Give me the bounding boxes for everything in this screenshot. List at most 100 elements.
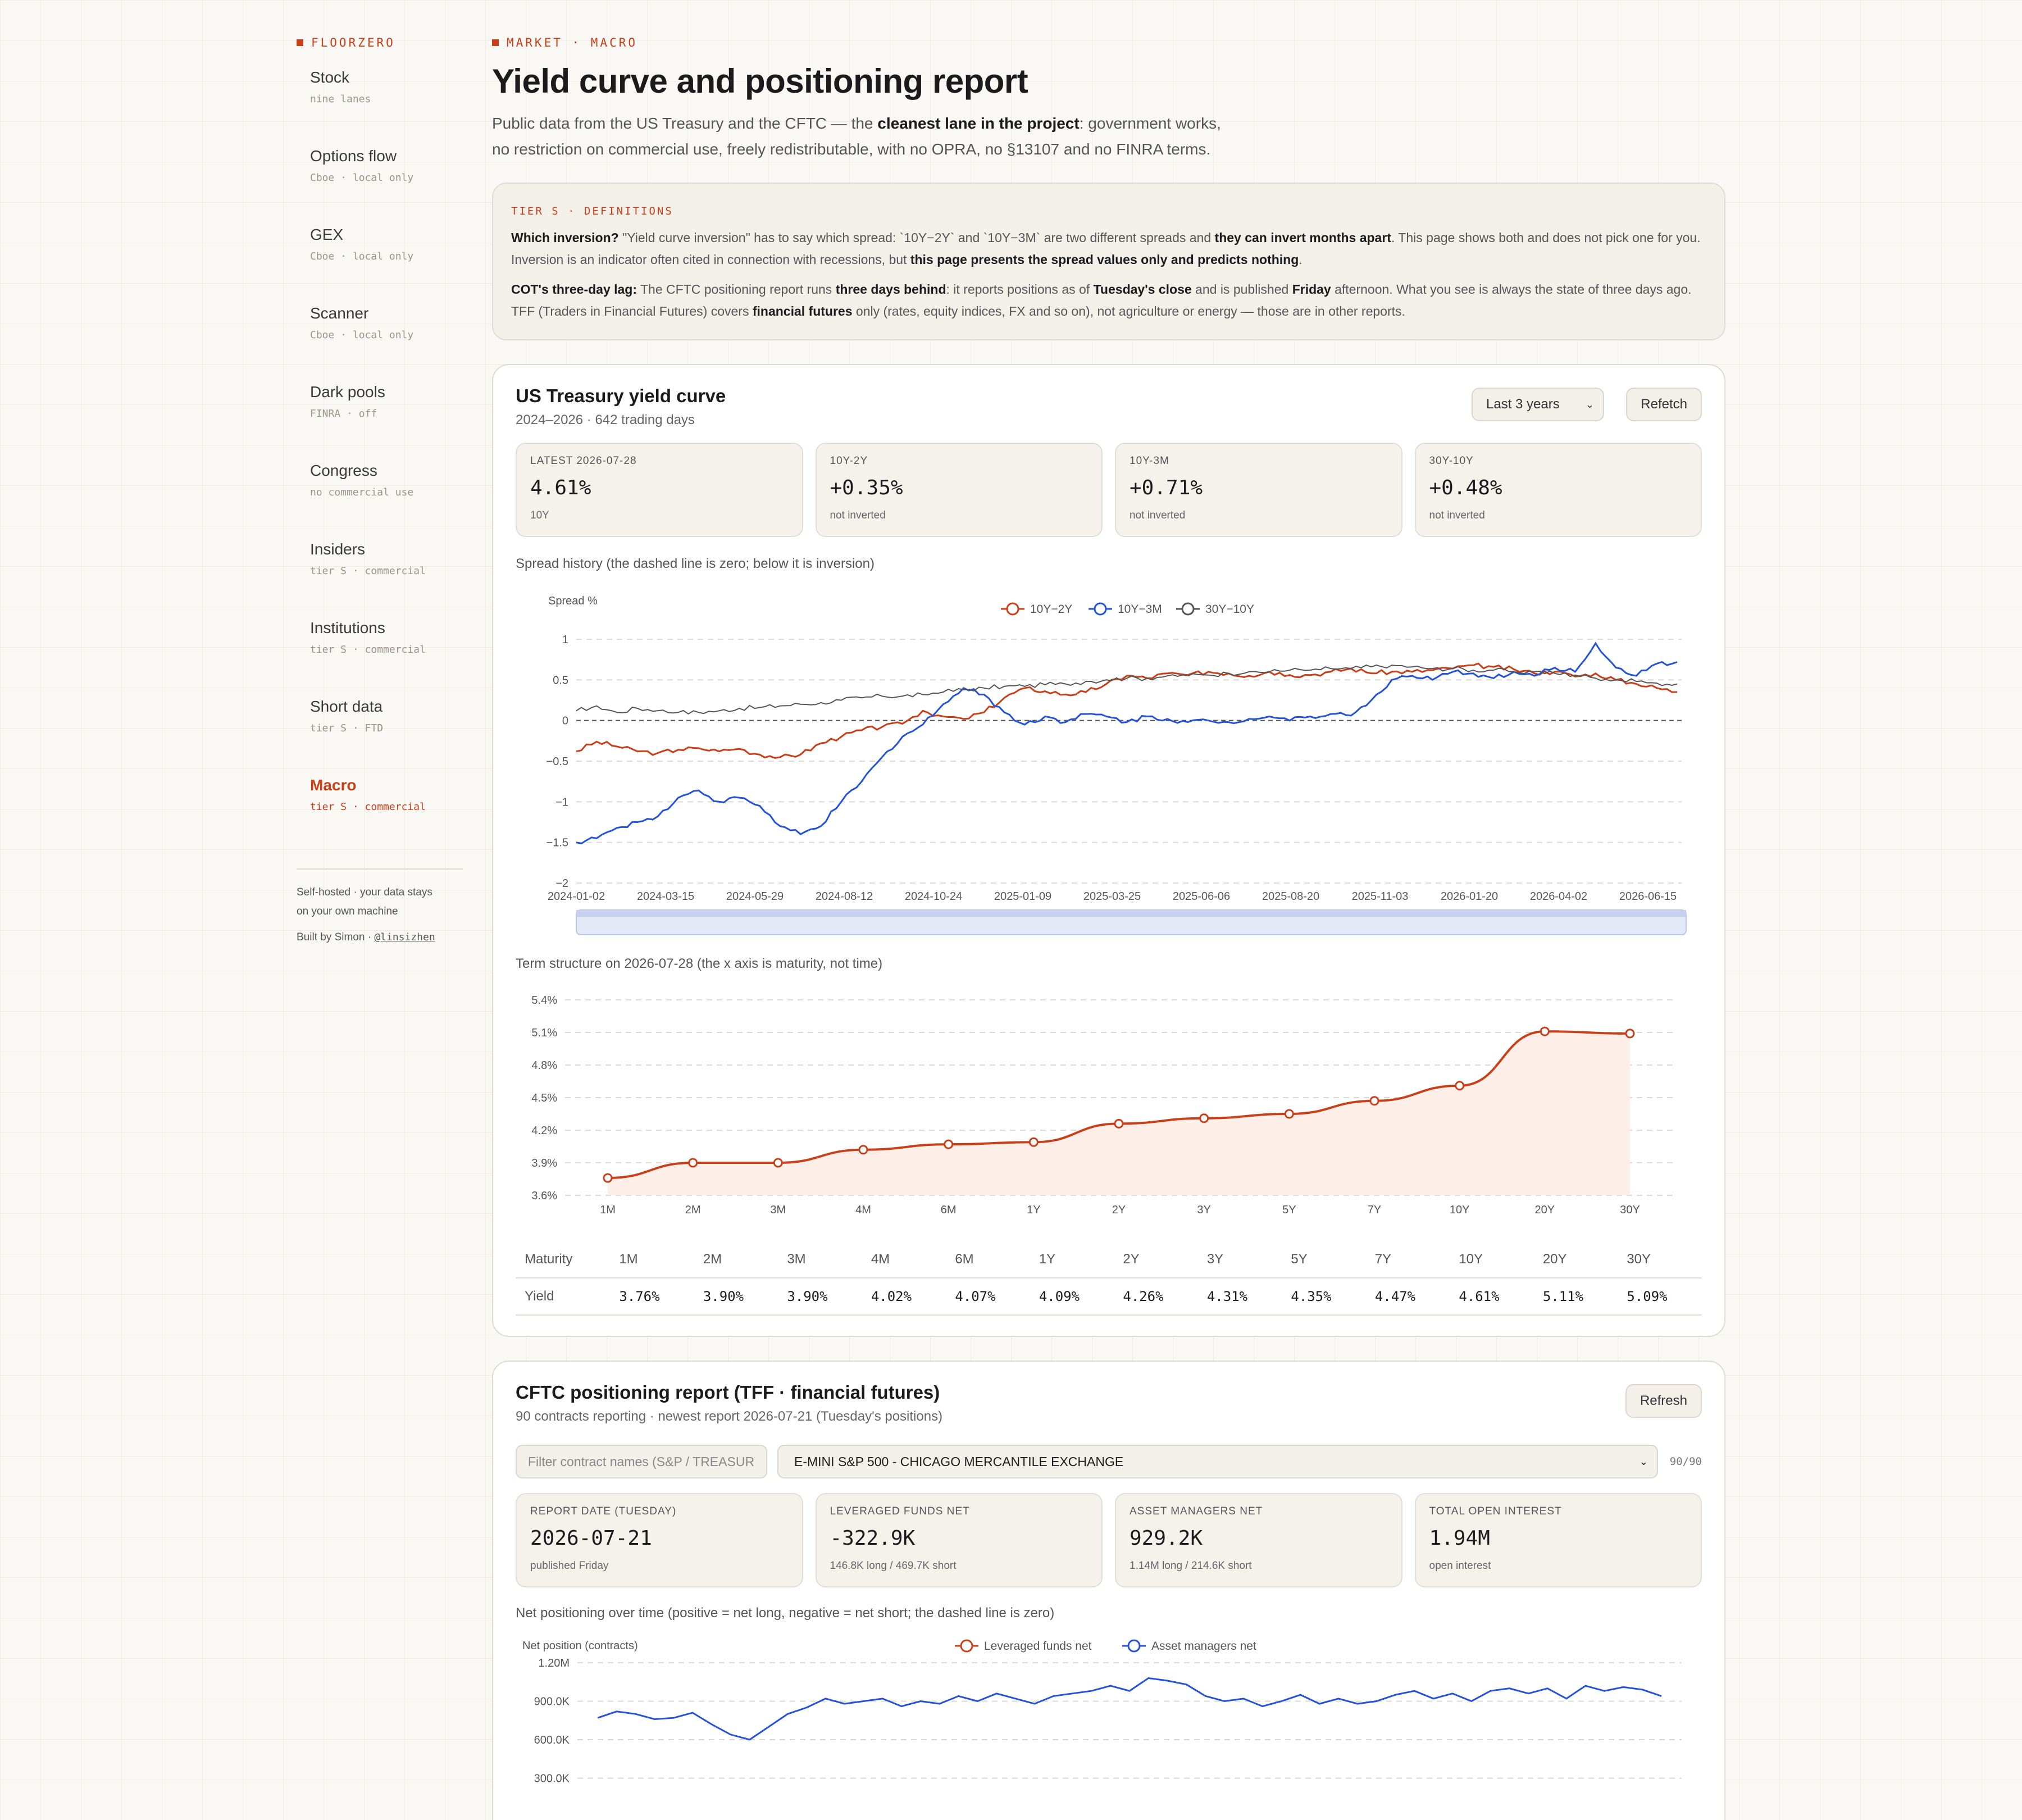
x-tick-label: 1M (600, 1204, 616, 1216)
table-cell: 4.31% (1197, 1278, 1282, 1316)
stat-value: 4.61% (530, 476, 591, 499)
y-tick-label: 300.0K (534, 1773, 570, 1785)
sidebar-item-sub: Cboe · local only (310, 329, 414, 341)
sidebar-item-gex[interactable]: GEX Cboe · local only (297, 226, 463, 295)
chevron-down-icon: ⌄ (1585, 399, 1594, 410)
y-tick-label: 4.2% (531, 1125, 557, 1137)
spread-history-label: Spread history (the dashed line is zero;… (516, 556, 875, 571)
x-tick-label: 2Y (1112, 1204, 1126, 1216)
sidebar-item-stock[interactable]: Stock nine lanes (297, 69, 463, 138)
legend-label: 30Y−10Y (1205, 603, 1254, 616)
sidebar-item-sub: FINRA · off (310, 408, 377, 420)
sidebar-item-sub: tier S · FTD (310, 722, 384, 734)
y-tick-label: −1.5 (547, 837, 568, 849)
table-header-cell: 6M (946, 1241, 1030, 1278)
y-tick-label: 5.4% (531, 994, 557, 1007)
stat-report-date: REPORT DATE (TUESDAY) 2026-07-21 published… (516, 1493, 803, 1587)
x-tick-label: 2026-04-02 (1530, 890, 1587, 903)
stat-note: not inverted (1130, 509, 1186, 521)
y-tick-label: −2 (555, 877, 568, 890)
def-text: The CFTC positioning report runs (637, 282, 836, 297)
sidebar-item-macro[interactable]: Macro tier S · commercial (297, 776, 463, 846)
x-tick-label: 1Y (1027, 1204, 1040, 1216)
cftc-card-title: CFTC positioning report (TFF · financial… (516, 1382, 940, 1403)
y-tick-label: 600.0K (534, 1734, 570, 1746)
contract-filter-input[interactable] (516, 1445, 767, 1478)
range-select[interactable]: Last 3 years ⌄ (1472, 388, 1604, 421)
zoom-slider-handle-bar (576, 910, 1686, 917)
y-tick-label: 3.6% (531, 1190, 557, 1202)
stat-label: LEVERAGED FUNDS NET (830, 1505, 970, 1517)
table-cell: 4.02% (862, 1278, 946, 1316)
sidebar-item-sub: Cboe · local only (310, 172, 414, 184)
legend-label: 10Y−2Y (1030, 603, 1072, 616)
sidebar-item-short-data[interactable]: Short data tier S · FTD (297, 698, 463, 767)
cftc-card: CFTC positioning report (TFF · financial… (492, 1361, 1725, 1820)
y-tick-label: 0.5 (553, 674, 568, 686)
table-cell: 4.26% (1114, 1278, 1198, 1316)
x-tick-label: 4M (855, 1204, 871, 1216)
intro-bold: cleanest lane in the project (877, 115, 1080, 132)
table-cell: 3.90% (778, 1278, 862, 1316)
y-tick-label: 900.0K (534, 1696, 570, 1708)
table-header-cell: 2M (694, 1241, 778, 1278)
sidebar-item-congress[interactable]: Congress no commercial use (297, 462, 463, 531)
stat-10y-3m: 10Y-3M +0.71% not inverted (1115, 443, 1402, 537)
sidebar-item-scanner[interactable]: Scanner Cboe · local only (297, 304, 463, 374)
table-header-cell: 10Y (1450, 1241, 1534, 1278)
table-header-cell: 1M (610, 1241, 694, 1278)
definitions-tag: TIER S · DEFINITIONS (511, 205, 673, 217)
stat-label: ASSET MANAGERS NET (1130, 1505, 1263, 1517)
sidebar-item-label: GEX (310, 226, 344, 243)
brand-square-icon (297, 39, 303, 46)
def-text: "Yield curve inversion" has to say which… (618, 230, 1215, 245)
x-tick-label: 3Y (1197, 1204, 1210, 1216)
y-tick-label: 3.9% (531, 1157, 557, 1170)
range-select-value: Last 3 years (1486, 397, 1560, 412)
sidebar-divider (297, 868, 463, 870)
page-title: Yield curve and positioning report (492, 62, 1028, 100)
cftc-stats: REPORT DATE (TUESDAY) 2026-07-21 published… (516, 1493, 1702, 1587)
stat-label: 30Y-10Y (1429, 455, 1474, 467)
table-cell: 4.35% (1282, 1278, 1366, 1316)
def-bold: they can invert months apart (1214, 230, 1391, 245)
stat-note: not inverted (830, 509, 886, 521)
table-header-cell: 7Y (1365, 1241, 1450, 1278)
table-cell: 3.76% (610, 1278, 694, 1316)
x-tick-label: 2025-11-03 (1352, 890, 1409, 903)
y-tick-label: 4.5% (531, 1092, 557, 1104)
contract-select-value: E-MINI S&P 500 - CHICAGO MERCANTILE EXCH… (794, 1454, 1124, 1469)
table-row-label: Yield (516, 1278, 611, 1316)
contract-select[interactable]: E-MINI S&P 500 - CHICAGO MERCANTILE EXCH… (777, 1445, 1658, 1478)
brand-logo[interactable]: FLOORZERO (297, 36, 463, 49)
stat-label: 10Y-2Y (830, 455, 868, 467)
contract-count: 90/90 (1669, 1455, 1702, 1468)
sidebar-item-options-flow[interactable]: Options flow Cboe · local only (297, 147, 463, 217)
legend-label: Leveraged funds net (984, 1640, 1092, 1653)
refresh-button[interactable]: Refresh (1625, 1384, 1702, 1418)
page-intro: Public data from the US Treasury and the… (492, 111, 1222, 162)
yield-table-row: Yield 3.76% 3.90% 3.90% 4.02% 4.07% 4.09% 4.26%… (516, 1278, 1702, 1316)
x-tick-label: 2M (685, 1204, 701, 1216)
data-point (773, 1158, 783, 1168)
sidebar-item-dark-pools[interactable]: Dark pools FINRA · off (297, 383, 463, 453)
sidebar-item-insiders[interactable]: Insiders tier S · commercial (297, 540, 463, 610)
legend-marker (1006, 602, 1019, 616)
stat-open-interest: TOTAL OPEN INTEREST 1.94M open interest (1414, 1493, 1702, 1587)
stat-value: +0.35% (830, 476, 903, 499)
def-text: only (rates, equity indices, FX and so o… (852, 304, 1405, 319)
refetch-button[interactable]: Refetch (1626, 388, 1702, 421)
legend-marker (1094, 602, 1107, 616)
sidebar-item-sub: Cboe · local only (310, 251, 414, 262)
legend-label: 10Y−3M (1118, 603, 1162, 616)
definitions-box: TIER S · DEFINITIONS Which inversion? "Y… (492, 183, 1725, 340)
stat-value: 2026-07-21 (530, 1527, 652, 1550)
spread-history-chart: Spread % 1 0.5 0 −0.5 −1 −1.5 −22024-01-02 2024-… (547, 595, 1687, 935)
author-link[interactable]: @linsizhen (374, 931, 435, 943)
main-content: MARKET · MACRO Yield curve and positioni… (492, 36, 1725, 1820)
def-text: and is published (1191, 282, 1292, 297)
sidebar-item-institutions[interactable]: Institutions tier S · commercial (297, 619, 463, 689)
data-point (1199, 1113, 1209, 1123)
data-point (603, 1173, 613, 1183)
x-tick-label: 10Y (1450, 1204, 1470, 1216)
